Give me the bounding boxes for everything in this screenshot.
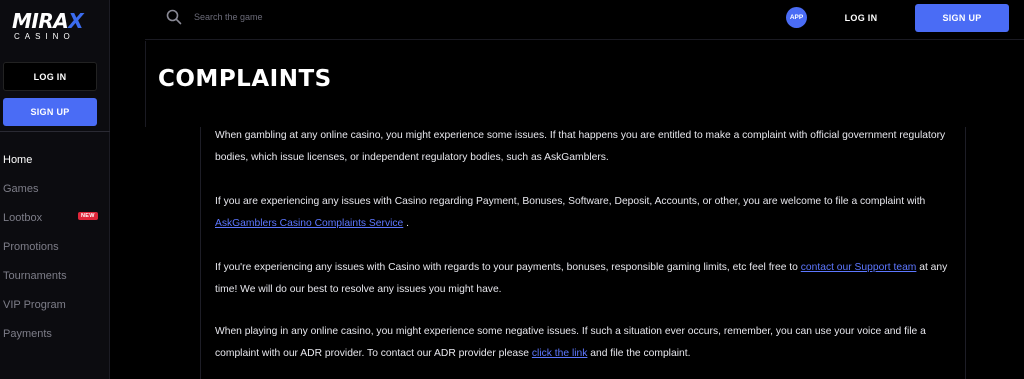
logo-wordmark: MIRAX: [12, 9, 84, 33]
page-title: COMPLAINTS: [158, 66, 332, 92]
sidebar-item-tournaments[interactable]: Tournaments: [0, 261, 110, 290]
search-input[interactable]: [194, 8, 394, 26]
sidebar-item-promotions[interactable]: Promotions: [0, 232, 110, 261]
mirax-casino-logo[interactable]: MIRAX CASINO: [12, 10, 88, 48]
sidebar-signup-button[interactable]: SIGN UP: [3, 98, 97, 126]
sidebar-item-label: Promotions: [3, 240, 59, 253]
sidebar-item-label: Payments: [3, 327, 52, 340]
sidebar-item-label: Tournaments: [3, 269, 67, 282]
sidebar-divider: [0, 131, 110, 132]
adr-provider-link[interactable]: click the link: [532, 348, 588, 359]
app-button[interactable]: APP: [786, 7, 807, 28]
sidebar: MIRAX CASINO LOG IN SIGN UP Home Games L…: [0, 0, 110, 379]
askgamblers-link[interactable]: AskGamblers Casino Complaints Service: [215, 218, 403, 229]
search-icon[interactable]: [166, 9, 182, 25]
sidebar-item-vip-program[interactable]: VIP Program: [0, 290, 110, 319]
header-signup-button[interactable]: SIGN UP: [915, 4, 1009, 32]
sidebar-item-lootbox[interactable]: Lootbox NEW: [0, 203, 110, 232]
header-login-button[interactable]: LOG IN: [833, 6, 889, 30]
sidebar-item-home[interactable]: Home: [0, 145, 110, 174]
paragraph-support: If you're experiencing any issues with C…: [215, 262, 948, 295]
contact-support-link[interactable]: contact our Support team: [801, 262, 917, 273]
sidebar-item-label: VIP Program: [3, 298, 66, 311]
sidebar-nav: Home Games Lootbox NEW Promotions Tournam…: [0, 145, 110, 348]
sidebar-item-label: Lootbox: [3, 211, 43, 224]
paragraph-regulators: When gambling at any online casino, you …: [215, 130, 946, 163]
sidebar-item-label: Home: [3, 153, 33, 166]
sidebar-login-button[interactable]: LOG IN: [3, 62, 97, 91]
logo-subtitle: CASINO: [14, 32, 75, 41]
sidebar-item-payments[interactable]: Payments: [0, 319, 110, 348]
new-badge: NEW: [78, 212, 98, 220]
sidebar-item-label: Games: [3, 182, 39, 195]
paragraph-adr: When playing in any online casino, you m…: [215, 326, 926, 359]
sidebar-item-games[interactable]: Games: [0, 174, 110, 203]
paragraph-askgamblers: If you are experiencing any issues with …: [215, 196, 926, 229]
